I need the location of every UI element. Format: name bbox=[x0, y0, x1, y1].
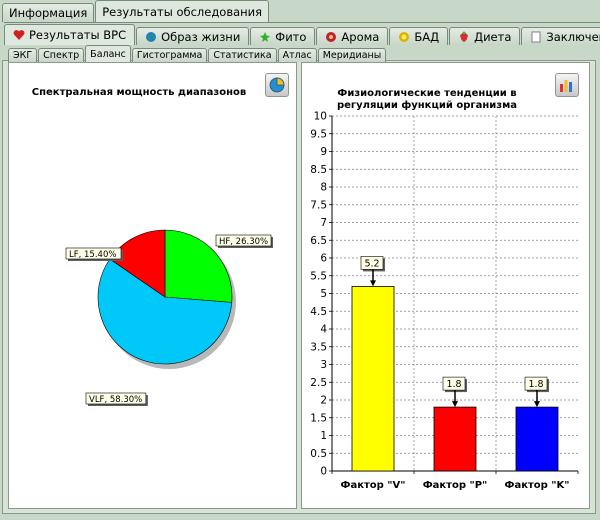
y-tick-label: 6 bbox=[320, 253, 327, 265]
globe-icon bbox=[145, 31, 157, 43]
subtab-6[interactable]: Меридианы bbox=[317, 48, 387, 62]
tab-label: Диета bbox=[474, 29, 512, 44]
y-tick-label: 7.5 bbox=[310, 199, 327, 211]
bar-value-text: 1.8 bbox=[446, 379, 461, 390]
y-tick-label: 0.5 bbox=[310, 448, 327, 460]
y-tick-label: 8.5 bbox=[310, 164, 327, 176]
pie-label-text: VLF, 58.30% bbox=[89, 395, 142, 405]
x-tick-label: Фактор "V" bbox=[341, 480, 406, 491]
tab-section-2[interactable]: Фито bbox=[250, 27, 316, 45]
tab-label: Образ жизни bbox=[161, 29, 241, 44]
bar-value-text: 5.2 bbox=[364, 258, 379, 269]
tab-label: Гистограмма bbox=[136, 50, 203, 61]
y-tick-label: 10 bbox=[314, 111, 327, 123]
subtab-5[interactable]: Атлас bbox=[277, 48, 317, 62]
y-tick-label: 3.5 bbox=[310, 341, 327, 353]
pie-label-text: LF, 15.40% bbox=[69, 250, 116, 260]
pie-label-1: VLF, 58.30% bbox=[85, 392, 148, 406]
y-tick-label: 2 bbox=[320, 395, 327, 407]
y-tick-label: 4.5 bbox=[310, 306, 327, 318]
tab-section-1[interactable]: Образ жизни bbox=[136, 27, 250, 45]
y-tick-label: 2.5 bbox=[310, 377, 327, 389]
y-tick-label: 1 bbox=[320, 430, 327, 442]
y-tick-label: 6.5 bbox=[310, 235, 327, 247]
y-tick-label: 4 bbox=[320, 324, 327, 336]
bar-0 bbox=[351, 285, 395, 472]
flower-icon bbox=[325, 31, 337, 43]
y-tick-label: 9.5 bbox=[310, 128, 327, 140]
x-tick-label: Фактор "P" bbox=[423, 480, 488, 491]
bar-chart: 0 0.5 1 1.5 2 2.5 3 3.5 4 4.5 5 5.5 6 6.5 7 7.5 8 8.5 9 9.5… bbox=[310, 111, 579, 491]
bar-value-text: 1.8 bbox=[528, 379, 543, 390]
bar-1 bbox=[433, 406, 477, 472]
heart-icon bbox=[13, 29, 25, 41]
pie-chart: HF, 26.30% VLF, 58.30% LF, 15.40% bbox=[65, 229, 273, 406]
pie-label-2: LF, 15.40% bbox=[65, 247, 123, 261]
bar-2 bbox=[515, 406, 559, 472]
tab-label: Информация bbox=[9, 6, 88, 20]
subtab-4[interactable]: Статистика bbox=[208, 48, 277, 62]
tab-label: БАД bbox=[414, 29, 440, 44]
tab-information[interactable]: Информация bbox=[2, 3, 95, 22]
y-tick-label: 7 bbox=[320, 217, 327, 229]
leaf-icon bbox=[259, 31, 271, 43]
tab-label: Статистика bbox=[213, 50, 272, 61]
sun-icon bbox=[398, 31, 410, 43]
y-tick-label: 8 bbox=[320, 182, 327, 194]
tab-label: Арома bbox=[341, 29, 380, 44]
strawberry-icon bbox=[458, 30, 470, 43]
top-tab-row: Информация Результаты обследования bbox=[2, 0, 600, 22]
y-tick-label: 1.5 bbox=[310, 412, 327, 424]
pie-label-0: HF, 26.30% bbox=[215, 234, 273, 248]
tab-label: Заключение bbox=[546, 29, 600, 44]
tab-section-4[interactable]: БАД bbox=[389, 27, 449, 45]
y-tick-label: 3 bbox=[320, 359, 327, 371]
tab-label: Баланс bbox=[90, 48, 126, 60]
spectral-power-panel: Спектральная мощность диапазонов HF, 26.… bbox=[8, 62, 297, 509]
y-tick-label: 5.5 bbox=[310, 270, 327, 282]
subtab-3[interactable]: Гистограмма bbox=[131, 48, 208, 62]
section-tab-row: Результаты ВРС Образ жизни Фито Арома БАД Дие… bbox=[4, 22, 600, 45]
y-tick-label: 5 bbox=[320, 288, 327, 300]
tab-section-3[interactable]: Арома bbox=[316, 27, 389, 45]
tab-label: Фито bbox=[275, 29, 307, 44]
tab-section-0[interactable]: Результаты ВРС bbox=[4, 24, 136, 45]
tab-section-6[interactable]: Заключение bbox=[521, 27, 600, 45]
physiological-trends-panel: Физиологические тенденции в регуляции фу… bbox=[301, 62, 590, 509]
tab-section-5[interactable]: Диета bbox=[449, 27, 521, 45]
tab-label: Результаты обследования bbox=[102, 4, 263, 19]
y-tick-label: 9 bbox=[320, 146, 327, 158]
tab-label: ЭКГ bbox=[13, 50, 33, 61]
subtab-0[interactable]: ЭКГ bbox=[8, 48, 38, 62]
pie-label-text: HF, 26.30% bbox=[219, 237, 268, 247]
x-tick-label: Фактор "K" bbox=[505, 480, 570, 491]
tab-label: Результаты ВРС bbox=[29, 28, 127, 42]
tab-label: Меридианы bbox=[322, 50, 382, 61]
tab-exam-results[interactable]: Результаты обследования bbox=[95, 0, 270, 22]
y-tick-label: 0 bbox=[320, 466, 327, 478]
subtab-2[interactable]: Баланс bbox=[85, 45, 131, 62]
tab-label: Атлас bbox=[282, 50, 312, 61]
sub-tab-row: ЭКГ Спектр Баланс Гистограмма Статистика Атла… bbox=[8, 44, 600, 62]
document-icon bbox=[530, 31, 542, 43]
subtab-1[interactable]: Спектр bbox=[38, 48, 85, 62]
tab-label: Спектр bbox=[43, 50, 80, 61]
